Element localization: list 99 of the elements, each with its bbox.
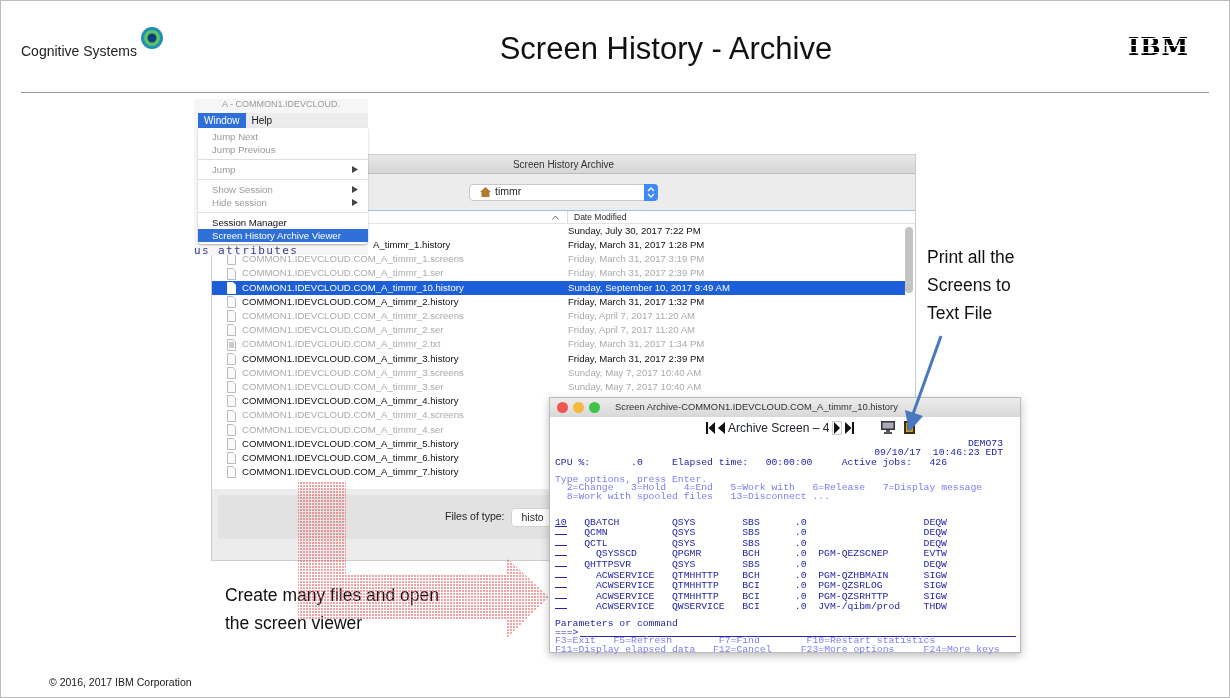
job-type: BCH [742,571,761,581]
file-name: COMMON1.IDEVCLOUD.COM_A_timmr_3.ser [242,379,444,394]
command-label: Parameters or command [555,619,679,629]
callout-text: Create many files and open the screen viewer [225,584,441,635]
cpu-value: .0 [794,582,808,591]
job-status: DEQW [923,560,948,570]
job-type: SBS [742,560,761,570]
cpu-value: .0 [794,592,808,602]
job-type: BCI [742,592,761,602]
terminal-line: 09/10/17 10:46:23 EDT [873,448,1004,458]
cpu-value: .0 [794,539,808,549]
function-keys: F3=Exit F5=Refresh F7=Find F10=Restart statistics [555,637,1020,646]
user-name: QPGMR [672,550,703,559]
file-name: COMMON1.IDEVCLOUD.COM_A_timmr_4.ser [242,422,444,437]
job-name: QHTTPSVR [584,560,633,570]
file-date: Friday, March 31, 2017 3:19 PM [568,252,705,267]
job-status: SIGW [923,592,948,602]
file-date: Friday, March 31, 2017 2:39 PM [568,351,705,366]
file-date: Friday, April 7, 2017 11:20 AM [568,323,696,338]
file-date: Friday, March 31, 2017 1:34 PM [568,337,705,352]
file-name: COMMON1.IDEVCLOUD.COM_A_timmr_1.ser [242,266,444,281]
terminal-line: Type options, press Enter. [555,475,708,485]
job-status: DEQW [923,529,948,538]
job-type: SBS [742,518,761,528]
folder-name: timmr [495,184,522,200]
file-date: Friday, April 7, 2017 11:20 AM [568,309,696,324]
file-name: COMMON1.IDEVCLOUD.COM_A_timmr_2.ser [242,323,444,338]
cpu-value: .0 [794,560,808,570]
file-name: COMMON1.IDEVCLOUD.COM_A_timmr_2.history [242,294,459,309]
cpu-value: .0 [794,550,808,559]
file-name: COMMON1.IDEVCLOUD.COM_A_timmr_3.screens [242,365,464,380]
user-name: QTMHHTTP [672,592,720,602]
job-type: SBS [742,529,761,538]
job-status: SIGW [923,571,948,581]
terminal-line: 2=Change 3=Hold 4=End 5=Work with 6=Release 7=Display message [566,484,984,493]
file-name: COMMON1.IDEVCLOUD.COM_A_timmr_2.screens [242,309,464,324]
job-name: ACWSERVICE [594,571,656,581]
file-name: COMMON1.IDEVCLOUD.COM_A_timmr_4.screens [242,408,464,423]
terminal-line: DEMO73 [966,440,1004,449]
function-keys: F11=Display elapsed data F12=Cancel F23=More options F24=More keys [555,645,1020,655]
file-name: COMMON1.IDEVCLOUD.COM_A_timmr_7.history [242,465,459,480]
filter-label: Files of type: [445,509,505,525]
file-name: COMMON1.IDEVCLOUD.COM_A_timmr_10.history [242,280,464,295]
job-name: QCMN [584,529,609,538]
cpu-value: .0 [794,518,808,528]
file-date: Sunday, May 7, 2017 10:40 AM [568,379,702,394]
file-name: COMMON1.IDEVCLOUD.COM_A_timmr_4.history [242,394,459,409]
job-name: ACWSERVICE [594,603,656,612]
user-name: QTMHHTTP [672,571,720,581]
cpu-value: .0 [794,529,808,538]
job-name: QCTL [584,539,609,549]
job-status: DEQW [923,518,948,528]
user-name: QTMHHTTP [672,582,720,591]
user-name: QSYS [672,539,697,549]
terminal-text: us attributes [194,245,299,256]
job-status: DEQW [923,539,948,549]
brand-name: Cognitive Systems [21,42,137,61]
job-type: SBS [742,539,761,549]
job-function: JVM-/qibm/prod [818,603,902,612]
file-name: COMMON1.IDEVCLOUD.COM_A_timmr_5.history [242,436,459,451]
file-name: A_timmr_1.history [373,238,451,253]
job-name: QBATCH [584,518,621,528]
job-status: THDW [923,603,948,612]
window-title: Screen Archive-COMMON1.IDEVCLOUD.COM_A_timmr_10.history [615,400,898,415]
file-date: Friday, March 31, 2017 2:39 PM [568,266,705,281]
callout-text: Print all the Screens to Text File [927,246,1016,325]
user-name: QSYS [672,518,697,528]
command-prompt: ===> [555,628,579,638]
user-name: QSYS [672,560,697,570]
job-type: BCH [742,550,761,559]
slide-title: Screen History - Archive [498,30,834,69]
screen-label: Archive Screen – 4 [728,419,830,437]
file-name: COMMON1.IDEVCLOUD.COM_A_timmr_3.history [242,351,459,366]
file-date: Sunday, September 10, 2017 9:49 AM [568,280,730,295]
job-name: QSYSSCD [594,550,638,559]
job-type: BCI [742,582,761,591]
job-function: PGM-QZSRHTTP [818,592,890,602]
job-status: SIGW [923,582,948,591]
cpu-value: .0 [794,603,808,612]
job-status: EVTW [923,550,948,559]
job-name: ACWSERVICE [594,582,656,591]
job-type: BCI [742,603,761,612]
terminal-line: CPU %: .0 Elapsed time: 00:00:00 Active jobs: 426 [555,459,948,468]
window-title: A - COMMON1.IDEVCLOUD. [221,99,341,109]
user-name: QSYS [672,529,697,538]
job-name: ACWSERVICE [594,592,656,602]
cpu-value: .0 [794,571,808,581]
file-date: Sunday, May 7, 2017 10:40 AM [568,365,702,380]
terminal-line: 8=Work with spooled files 13=Disconnect ... [565,492,831,502]
file-date: Friday, March 31, 2017 1:28 PM [568,238,705,253]
job-function: PGM-QZHBMAIN [818,571,890,581]
file-name: COMMON1.IDEVCLOUD.COM_A_timmr_1.screens [242,253,464,267]
file-date: Friday, March 31, 2017 1:32 PM [568,294,705,309]
file-name: COMMON1.IDEVCLOUD.COM_A_timmr_2.txt [242,337,441,352]
job-function: PGM-QZSRLOG [818,582,884,591]
job-function: PGM-QEZSCNEP [818,550,890,559]
copyright-text: © 2016, 2017 IBM Corporation [49,675,192,690]
user-name: QWSERVICE [672,603,726,612]
file-name: COMMON1.IDEVCLOUD.COM_A_timmr_6.history [242,450,459,465]
